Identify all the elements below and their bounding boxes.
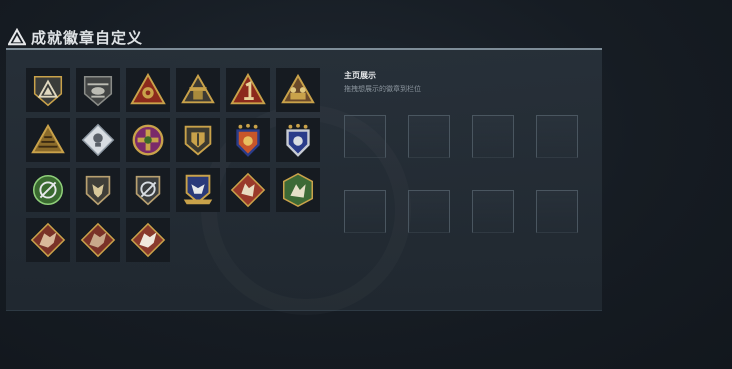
badge-slot[interactable] (226, 68, 270, 112)
display-slot[interactable] (408, 190, 450, 233)
display-slot[interactable] (536, 115, 578, 158)
badge-slot[interactable] (76, 218, 120, 262)
badge-slot[interactable] (126, 218, 170, 262)
badge-slot[interactable] (126, 68, 170, 112)
starred-blue-shield-badge-icon (286, 123, 310, 157)
page-title: 成就徽章自定义 (31, 28, 144, 47)
diamond-skull-badge-icon (81, 123, 115, 157)
display-slot[interactable] (408, 115, 450, 158)
triangle-shield-badge-icon (33, 75, 63, 107)
helicopter-shield-badge-icon (83, 75, 113, 107)
green-soldier-hex-badge-icon (282, 172, 314, 208)
cross-wreath-badge-icon (132, 124, 164, 156)
gold-shield-badge-icon (184, 125, 212, 156)
scope-slash-shield-badge-icon (135, 175, 161, 206)
display-slot[interactable] (344, 115, 386, 158)
badge-slot[interactable] (76, 68, 120, 112)
red-dragon-diamond-badge-icon-2 (80, 222, 116, 258)
wolf-diamond-badge-icon (230, 172, 266, 208)
badge-slot[interactable] (176, 68, 220, 112)
triangle-stripes-badge-icon (31, 123, 65, 154)
display-title: 主页展示 (344, 71, 376, 80)
badge-slot[interactable] (276, 168, 320, 212)
badge-slot[interactable] (276, 118, 320, 162)
badge-slot[interactable] (26, 168, 70, 212)
red-triangle-number-one-badge-icon (230, 72, 266, 105)
fox-head-shield-badge-icon (85, 175, 111, 206)
display-slot[interactable] (472, 190, 514, 233)
triangle-soldiers-badge-icon (281, 73, 315, 104)
eagle-banner-shield-badge-icon (183, 174, 213, 205)
red-triangle-emblem-badge-icon (130, 72, 166, 105)
green-scope-wreath-badge-icon (32, 174, 64, 206)
badge-slot[interactable] (176, 168, 220, 212)
page-header: 成就徽章自定义 (8, 26, 143, 48)
display-slot[interactable] (536, 190, 578, 233)
triangle-emblem-icon (8, 28, 26, 46)
badge-slot[interactable] (76, 118, 120, 162)
badge-slot[interactable] (226, 118, 270, 162)
badge-slot[interactable] (276, 68, 320, 112)
badge-slot[interactable] (26, 118, 70, 162)
white-dragon-diamond-badge-icon (130, 222, 166, 258)
triangle-tower-badge-icon (181, 73, 215, 104)
red-dragon-diamond-badge-icon (30, 222, 66, 258)
homepage-display-section: 主页展示 拖拽想展示的徽章到栏位 (344, 70, 594, 94)
display-slot[interactable] (344, 190, 386, 233)
badge-slot[interactable] (126, 118, 170, 162)
display-slot[interactable] (472, 115, 514, 158)
badge-slot[interactable] (26, 218, 70, 262)
starred-orange-shield-badge-icon (236, 123, 260, 157)
badge-slot[interactable] (176, 118, 220, 162)
badge-slot[interactable] (226, 168, 270, 212)
badge-customization-panel: 主页展示 拖拽想展示的徽章到栏位 (6, 48, 602, 311)
badge-slot[interactable] (26, 68, 70, 112)
badge-slot[interactable] (126, 168, 170, 212)
display-subtitle: 拖拽想展示的徽章到栏位 (344, 85, 421, 93)
badge-slot[interactable] (76, 168, 120, 212)
